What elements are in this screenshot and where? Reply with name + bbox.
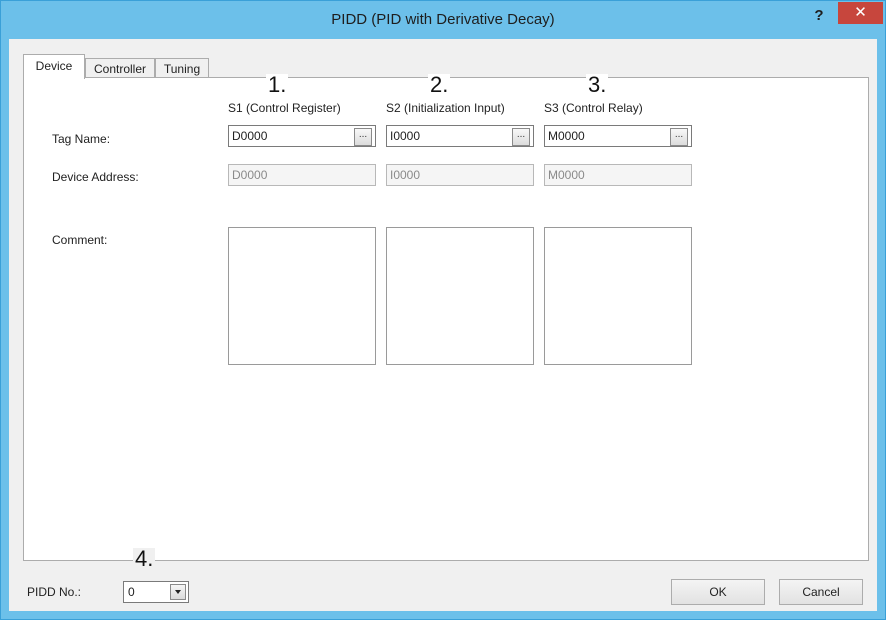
title-bar[interactable]: PIDD (PID with Derivative Decay) ? ✕ — [1, 1, 885, 39]
s3-header: S3 (Control Relay) — [544, 101, 643, 115]
s2-browse-button[interactable]: ... — [512, 128, 530, 146]
callout-marker-3: 3. — [586, 72, 609, 97]
dialog-window: PIDD (PID with Derivative Decay) ? ✕ Dev… — [0, 0, 886, 620]
ok-button[interactable]: OK — [671, 579, 765, 605]
chevron-down-icon[interactable] — [170, 584, 186, 600]
close-button[interactable]: ✕ — [838, 2, 883, 24]
device-tab-panel: Tag Name: Device Address: Comment: 1. S1… — [23, 72, 869, 561]
comment-label: Comment: — [52, 233, 108, 247]
tab-tuning[interactable]: Tuning — [155, 58, 209, 78]
s2-header: S2 (Initialization Input) — [386, 101, 505, 115]
dialog-title: PIDD (PID with Derivative Decay) — [331, 11, 555, 28]
callout-marker-2: 2. — [428, 72, 451, 97]
pidd-no-select[interactable]: 0 — [123, 581, 189, 603]
s1-browse-button[interactable]: ... — [354, 128, 372, 146]
s2-device-address-field: I0000 — [386, 164, 534, 186]
s1-device-address-field: D0000 — [228, 164, 376, 186]
s2-comment-box[interactable] — [386, 227, 534, 365]
dialog-client-area: Device Controller Tuning Tag Name: Devic… — [9, 39, 877, 611]
cancel-button[interactable]: Cancel — [779, 579, 863, 605]
callout-marker-1: 1. — [266, 72, 289, 97]
tab-device[interactable]: Device — [23, 54, 85, 79]
s3-browse-button[interactable]: ... — [670, 128, 688, 146]
tag-name-label: Tag Name: — [52, 132, 111, 146]
tab-controller[interactable]: Controller — [85, 58, 155, 78]
s3-device-address-field: M0000 — [544, 164, 692, 186]
s1-comment-box[interactable] — [228, 227, 376, 365]
device-address-label: Device Address: — [52, 170, 139, 184]
s1-header: S1 (Control Register) — [228, 101, 341, 115]
callout-marker-4: 4. — [133, 546, 156, 571]
pidd-no-value: 0 — [128, 585, 135, 599]
pidd-no-label: PIDD No.: — [27, 585, 82, 599]
s3-comment-box[interactable] — [544, 227, 692, 365]
help-button[interactable]: ? — [807, 6, 831, 26]
